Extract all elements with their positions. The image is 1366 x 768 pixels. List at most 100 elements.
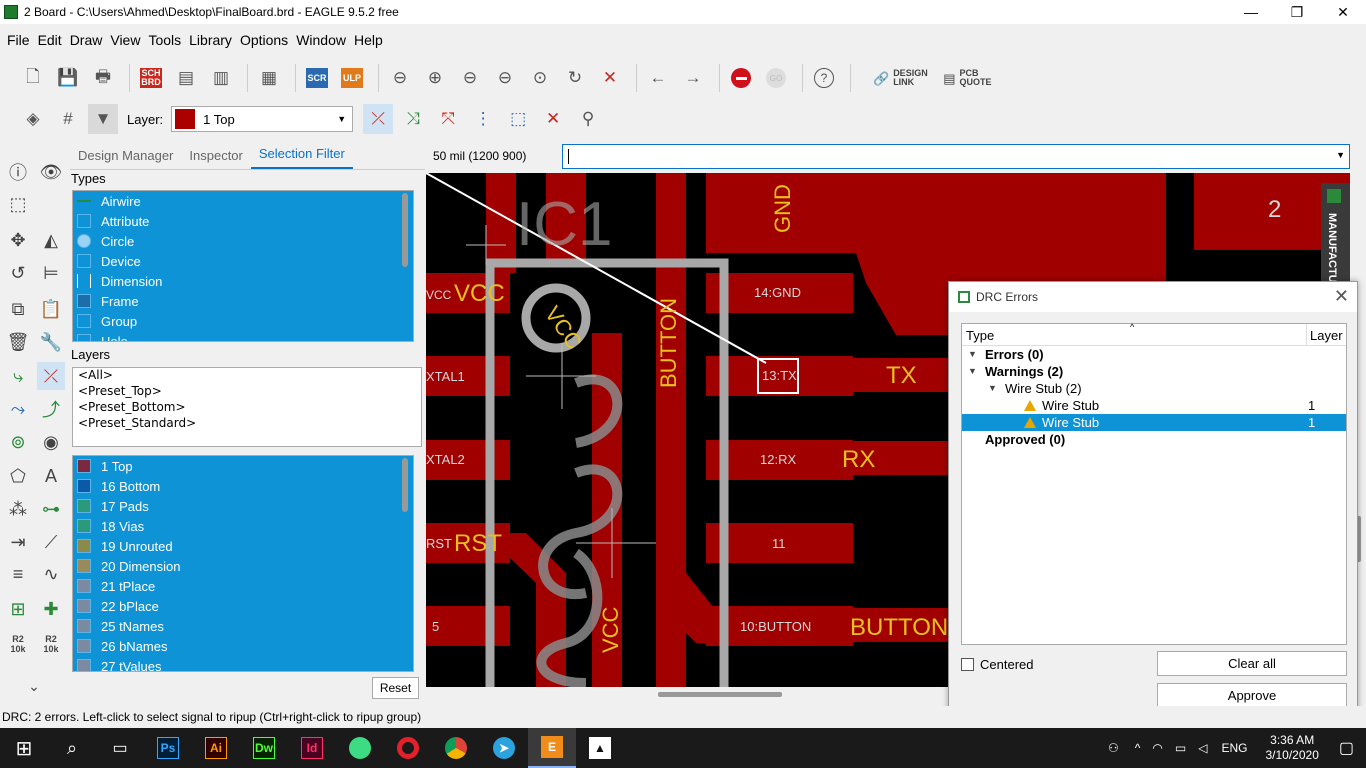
text-icon[interactable]: A [37, 462, 65, 490]
meander-icon[interactable]: ⤴ [37, 395, 65, 423]
rotate-icon[interactable]: ↺ [4, 259, 32, 287]
taskbar-illustrator[interactable]: Ai [192, 728, 240, 768]
list-item[interactable]: Frame [73, 291, 413, 311]
align-icon[interactable]: ⊨ [37, 259, 65, 287]
reset-button[interactable]: Reset [372, 677, 419, 699]
polygon-icon[interactable]: ⬠ [4, 462, 32, 490]
taskbar-android-studio[interactable] [336, 728, 384, 768]
ripup-icon[interactable]: ⤫ [363, 104, 394, 134]
tree-row-wire-stub-group[interactable]: ▼ Wire Stub (2) [962, 380, 1346, 397]
list-item[interactable]: <Preset_Bottom> [73, 400, 421, 416]
layer-list-item[interactable]: 18 Vias [73, 516, 413, 536]
list-item[interactable]: Device [73, 251, 413, 271]
list-item[interactable]: <All> [73, 368, 421, 384]
taskbar-eagle[interactable]: E [528, 728, 576, 768]
layer-settings-icon[interactable]: ◈ [18, 104, 48, 134]
export-icon[interactable]: ▥ [206, 63, 236, 93]
signal-icon[interactable]: ⊶ [37, 495, 65, 523]
cam-icon[interactable]: ▤ [171, 63, 201, 93]
tab-inspector[interactable]: Inspector [181, 142, 250, 169]
ripup-polygon-icon[interactable]: ⋮ [468, 104, 498, 134]
ripup-area-icon[interactable]: ⬚ [503, 104, 533, 134]
zoom-last-icon[interactable]: ⊖ [490, 63, 520, 93]
filter-icon[interactable]: ▼ [88, 104, 118, 134]
drc-tree[interactable]: Type ^ Layer ▼ Errors (0) ▼ Warnings (2)… [961, 322, 1347, 645]
taskbar-opera[interactable] [384, 728, 432, 768]
stop-icon[interactable] [726, 63, 756, 93]
smash-icon[interactable]: ⁂ [4, 495, 32, 523]
restore-button[interactable]: ❐ [1274, 0, 1320, 24]
list-item[interactable]: Circle [73, 231, 413, 251]
volume-icon[interactable]: ◁ [1198, 741, 1207, 755]
presets-list[interactable]: <All> <Preset_Top> <Preset_Bottom> <Pres… [72, 367, 422, 447]
autorouter-icon[interactable]: ⤳ [4, 395, 32, 423]
grid-icon[interactable]: # [53, 104, 83, 134]
language-indicator[interactable]: ENG [1221, 741, 1247, 755]
script-button[interactable]: SCR [302, 63, 332, 93]
tree-row-warnings[interactable]: ▼ Warnings (2) [962, 363, 1346, 380]
taskbar-dreamweaver[interactable]: Dw [240, 728, 288, 768]
start-button[interactable]: ⊞ [0, 728, 48, 768]
mirror-icon[interactable]: ◭ [37, 226, 65, 254]
tree-row-wire-stub-2[interactable]: Wire Stub 1 [962, 414, 1346, 431]
layer-list-item[interactable]: 16 Bottom [73, 476, 413, 496]
clear-all-button[interactable]: Clear all [1157, 651, 1347, 676]
layer-list-item[interactable]: 26 bNames [73, 636, 413, 656]
taskbar-chrome[interactable] [432, 728, 480, 768]
wave-icon[interactable]: ∿ [37, 560, 65, 588]
layer-list-item[interactable]: 1 Top [73, 456, 413, 476]
value-icon-2[interactable]: R2 10k [37, 630, 65, 658]
layer-list-item[interactable]: 20 Dimension [73, 556, 413, 576]
pin-icon[interactable]: ⚲ [573, 104, 603, 134]
delete-icon[interactable]: 🗑 [4, 328, 32, 356]
list-item[interactable]: <Preset_Top> [73, 384, 421, 400]
show-icon[interactable]: 👁 [37, 158, 65, 186]
taskbar-telegram[interactable]: ➤ [480, 728, 528, 768]
notification-icon[interactable]: ▢ [1339, 738, 1354, 758]
tab-design-manager[interactable]: Design Manager [70, 142, 181, 169]
design-link-button[interactable]: 🔗 DESIGN LINK [873, 69, 928, 87]
route-icon[interactable]: ⤷ [4, 362, 32, 390]
list-item[interactable]: Group [73, 311, 413, 331]
layer-list-item[interactable]: 27 tValues [73, 656, 413, 671]
menu-tools[interactable]: Tools [144, 32, 185, 48]
wrench-icon[interactable]: 🔧 [37, 328, 65, 356]
zoom-fit-icon[interactable]: ⊖ [385, 63, 415, 93]
library-icon[interactable]: ▦ [254, 63, 284, 93]
task-view-button[interactable]: ▭ [96, 728, 144, 768]
menu-edit[interactable]: Edit [34, 32, 66, 48]
ripup-tool-icon[interactable]: ⤫ [37, 362, 65, 390]
ripup-signal-icon[interactable]: ⤧ [433, 104, 463, 134]
layer-list-item[interactable]: 22 bPlace [73, 596, 413, 616]
menu-view[interactable]: View [106, 32, 144, 48]
open-icon[interactable]: 🗋 [18, 63, 48, 93]
menu-help[interactable]: Help [350, 32, 387, 48]
checkbox-box[interactable] [961, 658, 974, 671]
redraw-icon[interactable]: ↻ [560, 63, 590, 93]
list-item[interactable]: Attribute [73, 211, 413, 231]
menu-draw[interactable]: Draw [66, 32, 107, 48]
clock[interactable]: 3:36 AM 3/10/2020 [1265, 733, 1318, 763]
delete-x-icon[interactable]: ✕ [538, 104, 568, 134]
redo-icon[interactable]: → [678, 63, 708, 93]
people-icon[interactable]: ⚇ [1108, 741, 1119, 755]
close-icon[interactable]: ✕ [1334, 286, 1349, 307]
help-icon[interactable]: ? [809, 63, 839, 93]
chevron-down-icon[interactable]: ▼ [1336, 150, 1345, 160]
info-icon[interactable]: ⓘ [4, 158, 32, 186]
tree-row-errors[interactable]: ▼ Errors (0) [962, 346, 1346, 363]
go-button[interactable]: GO [761, 63, 791, 93]
layer-list-item[interactable]: 25 tNames [73, 616, 413, 636]
layer-list-item[interactable]: 19 Unrouted [73, 536, 413, 556]
move-icon[interactable]: ✥ [4, 226, 32, 254]
tree-row-approved[interactable]: Approved (0) [962, 431, 1346, 448]
layer-select[interactable]: 1 Top ▼ [171, 106, 354, 132]
taskbar-photoshop[interactable]: Ps [144, 728, 192, 768]
ratsnest-icon[interactable]: ✕ [595, 63, 625, 93]
approve-button[interactable]: Approve [1157, 683, 1347, 708]
zoom-select-icon[interactable]: ⊙ [525, 63, 555, 93]
list-item[interactable]: Hole [73, 331, 413, 341]
menu-window[interactable]: Window [292, 32, 350, 48]
centered-checkbox[interactable]: Centered [961, 657, 1033, 672]
column-type[interactable]: Type [966, 328, 994, 343]
